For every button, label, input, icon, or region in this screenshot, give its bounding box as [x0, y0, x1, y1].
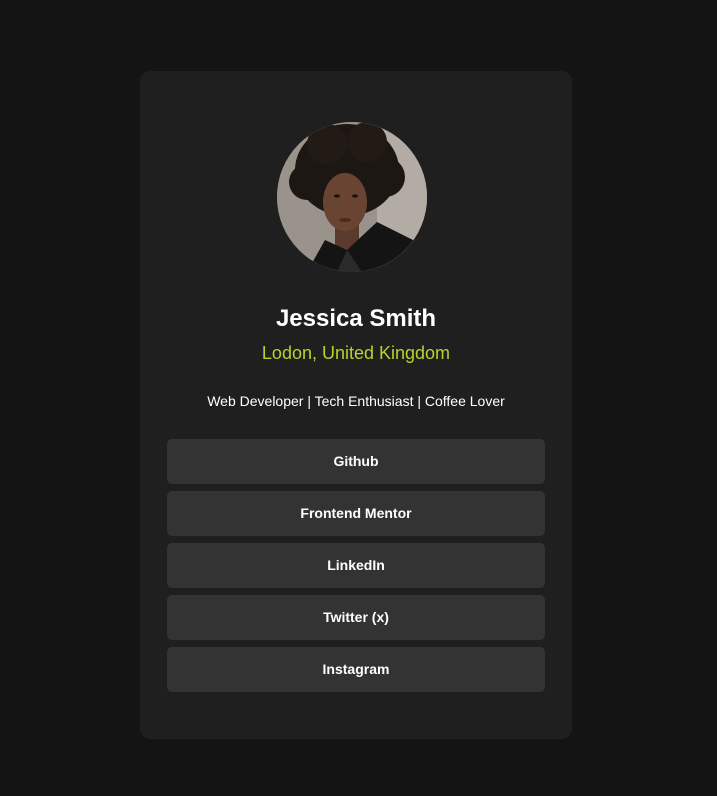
- github-link[interactable]: Github: [167, 439, 545, 484]
- avatar: [277, 122, 427, 272]
- profile-card: Jessica Smith Lodon, United Kingdom Web …: [140, 71, 572, 739]
- profile-location: Lodon, United Kingdom: [261, 343, 451, 363]
- profile-name: Jessica Smith: [275, 305, 437, 332]
- instagram-link[interactable]: Instagram: [167, 647, 545, 692]
- social-links: Github Frontend Mentor LinkedIn Twitter …: [167, 439, 545, 699]
- linkedin-link[interactable]: LinkedIn: [167, 543, 545, 588]
- avatar-photo: [277, 122, 427, 272]
- profile-bio: Web Developer | Tech Enthusiast | Coffee…: [207, 393, 505, 409]
- twitter-link[interactable]: Twitter (x): [167, 595, 545, 640]
- frontend-mentor-link[interactable]: Frontend Mentor: [167, 491, 545, 536]
